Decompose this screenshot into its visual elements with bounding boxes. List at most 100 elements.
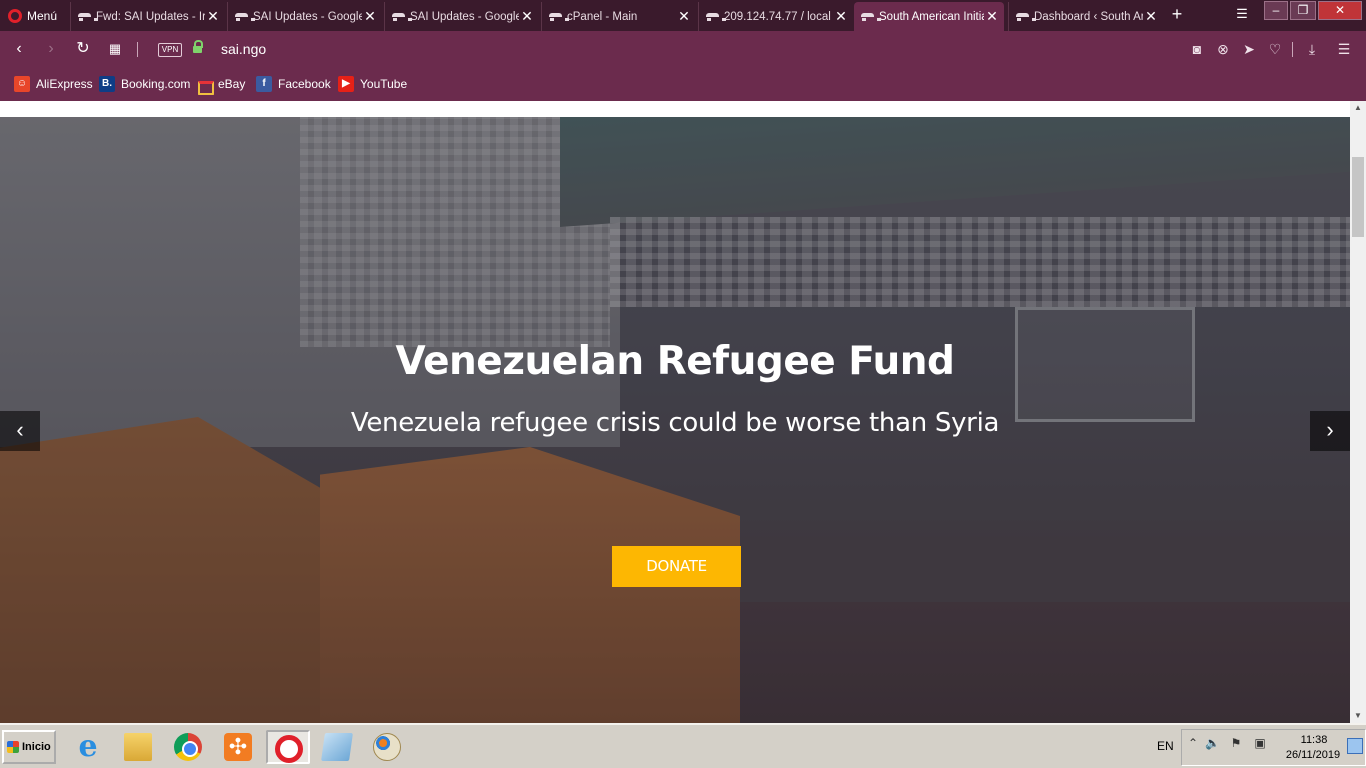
notepad-icon: [321, 733, 353, 761]
facebook-icon: f: [256, 76, 272, 92]
private-mask-icon: [234, 11, 255, 23]
taskbar-paint[interactable]: [366, 730, 410, 764]
private-mask-icon: [705, 11, 726, 23]
minimize-button[interactable]: –: [1264, 1, 1288, 20]
xampp-icon: ✣: [224, 733, 252, 761]
lock-icon[interactable]: [193, 40, 203, 54]
tab-sai-updates-google-2[interactable]: SAI Updates - Google ✕: [384, 2, 539, 31]
tab-close-icon[interactable]: ✕: [984, 8, 1000, 25]
tab-title: SAI Updates - Google: [410, 10, 519, 23]
clock-time[interactable]: 11:38: [1294, 734, 1334, 746]
tab-close-icon[interactable]: ✕: [362, 8, 378, 25]
tab-menu-icon[interactable]: ☰: [1233, 6, 1251, 24]
slider-prev-icon[interactable]: ‹: [0, 411, 40, 451]
close-window-button[interactable]: ✕: [1318, 1, 1362, 20]
hero-title: Venezuelan Refugee Fund: [395, 339, 955, 384]
toolbar-separator: [1292, 42, 1293, 57]
private-mask-icon: [860, 11, 881, 23]
opera-icon: [275, 735, 303, 763]
chrome-icon: [174, 733, 202, 761]
youtube-icon: ▶: [338, 76, 354, 92]
scroll-thumb[interactable]: [1352, 157, 1364, 237]
bookmark-label: YouTube: [360, 77, 408, 91]
hero-subtitle: Venezuela refugee crisis could be worse …: [350, 408, 1000, 438]
bookmark-label: Booking.com: [121, 77, 191, 91]
taskbar-internet-explorer[interactable]: e: [67, 730, 111, 764]
ebay-icon: [196, 76, 214, 95]
private-mask-icon: [1015, 11, 1036, 23]
taskbar: Inicio e ✣ EN ⌃ 🔈 ⚑ ▣ 11:38 26/11/2019: [0, 723, 1366, 768]
tab-cpanel-main[interactable]: cPanel - Main ✕: [541, 2, 696, 31]
file-explorer-icon: [124, 733, 152, 761]
taskbar-file-explorer[interactable]: [117, 730, 161, 764]
show-desktop-icon[interactable]: [1347, 738, 1363, 754]
internet-explorer-icon: e: [78, 729, 98, 764]
booking-icon: B.: [99, 76, 115, 92]
tab-south-american-initiative[interactable]: South American Initia ✕: [854, 2, 1004, 31]
snapshot-icon[interactable]: ◙: [1188, 40, 1206, 58]
tab-title: SAI Updates - Google: [253, 10, 362, 23]
scroll-down-icon[interactable]: ▼: [1350, 709, 1366, 723]
back-icon[interactable]: ‹: [9, 40, 29, 60]
start-button[interactable]: Inicio: [2, 730, 56, 764]
tab-phpmyadmin[interactable]: 209.124.74.77 / local ✕: [698, 2, 853, 31]
easy-setup-icon[interactable]: ☰: [1335, 40, 1353, 58]
hero-slider: Venezuelan Refugee Fund Venezuela refuge…: [0, 117, 1350, 723]
page-scrollbar[interactable]: ▲ ▼: [1350, 101, 1366, 723]
ad-block-icon[interactable]: ⊗: [1214, 40, 1232, 58]
download-icon[interactable]: ⤓: [1303, 40, 1321, 58]
send-icon[interactable]: ➤: [1240, 40, 1258, 58]
tab-title: Fwd: SAI Updates - Ir: [96, 10, 205, 23]
tab-fwd-sai-updates[interactable]: Fwd: SAI Updates - Ir ✕: [70, 2, 225, 31]
opera-logo-icon: [8, 9, 22, 23]
heart-icon[interactable]: ♡: [1266, 40, 1284, 58]
show-hidden-icons-icon[interactable]: ⌃: [1186, 736, 1200, 750]
taskbar-notepad[interactable]: [316, 730, 360, 764]
action-center-flag-icon[interactable]: ⚑: [1229, 736, 1243, 750]
forward-icon[interactable]: ›: [41, 40, 61, 60]
private-mask-icon: [548, 11, 569, 23]
network-icon[interactable]: ▣: [1253, 736, 1267, 750]
tab-close-icon[interactable]: ✕: [1143, 8, 1159, 25]
language-indicator[interactable]: EN: [1157, 739, 1174, 753]
private-mask-icon: [391, 11, 412, 23]
aliexpress-icon: ☺: [14, 76, 30, 92]
donate-button[interactable]: DONATE: [612, 546, 741, 587]
tab-title: 209.124.74.77 / local: [724, 10, 831, 23]
tab-close-icon[interactable]: ✕: [205, 8, 221, 25]
maximize-button[interactable]: ❐: [1290, 1, 1316, 20]
clock-date[interactable]: 26/11/2019: [1282, 749, 1344, 761]
tab-dashboard[interactable]: Dashboard ‹ South Ar ✕: [1008, 2, 1163, 31]
volume-icon[interactable]: 🔈: [1205, 736, 1220, 750]
bookmark-aliexpress[interactable]: ☺ AliExpress: [14, 75, 93, 93]
vpn-badge[interactable]: VPN: [158, 43, 182, 57]
opera-menu-button[interactable]: Menú: [4, 4, 66, 28]
tab-grid-icon[interactable]: ▦: [105, 40, 125, 60]
private-mask-icon: [77, 11, 98, 23]
taskbar-chrome[interactable]: [167, 730, 211, 764]
taskbar-xampp[interactable]: ✣: [217, 730, 261, 764]
slider-next-icon[interactable]: ›: [1310, 411, 1350, 451]
bookmark-booking[interactable]: B. Booking.com: [99, 75, 190, 93]
tab-close-icon[interactable]: ✕: [833, 8, 849, 25]
bookmark-youtube[interactable]: ▶ YouTube: [338, 75, 407, 93]
bookmarks-bar: ☺ AliExpress B. Booking.com eBay f Faceb…: [0, 68, 1366, 101]
taskbar-opera[interactable]: [266, 730, 310, 764]
url-field[interactable]: sai.ngo: [221, 41, 266, 57]
address-bar: ‹ › ↻ ▦ VPN sai.ngo ◙ ⊗ ➤ ♡ ⤓ ☰: [0, 31, 1366, 68]
new-tab-button[interactable]: +: [1168, 4, 1186, 26]
tab-title: South American Initia: [879, 10, 984, 23]
tab-sai-updates-google-1[interactable]: SAI Updates - Google ✕: [227, 2, 382, 31]
tab-close-icon[interactable]: ✕: [519, 8, 535, 25]
reload-icon[interactable]: ↻: [73, 40, 93, 60]
bookmark-label: AliExpress: [36, 77, 93, 91]
tab-title: Dashboard ‹ South Ar: [1034, 10, 1143, 23]
tab-close-icon[interactable]: ✕: [676, 8, 692, 25]
tab-title: cPanel - Main: [567, 10, 638, 23]
paint-icon: [373, 733, 401, 761]
bookmark-ebay[interactable]: eBay: [196, 75, 246, 95]
tab-strip: Menú Fwd: SAI Updates - Ir ✕ SAI Updates…: [0, 0, 1366, 31]
bookmark-facebook[interactable]: f Facebook: [256, 75, 331, 93]
bookmark-label: eBay: [218, 77, 246, 91]
scroll-up-icon[interactable]: ▲: [1350, 101, 1366, 115]
